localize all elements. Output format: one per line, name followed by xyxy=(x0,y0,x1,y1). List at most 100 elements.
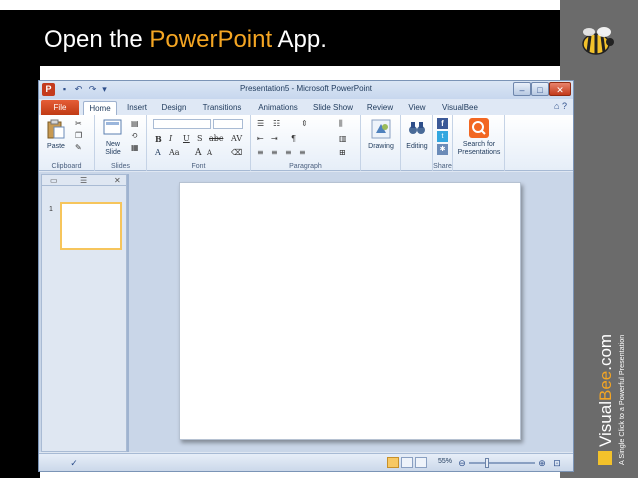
drawing-button[interactable]: Drawing xyxy=(361,143,401,151)
grow-font-button[interactable]: A xyxy=(195,148,202,158)
search-line2: Presentations xyxy=(457,149,501,156)
tab-home[interactable]: Home xyxy=(83,101,117,115)
tab-transitions[interactable]: Transitions xyxy=(197,101,247,115)
tab-view[interactable]: View xyxy=(403,101,431,115)
slide-title: Open the PowerPoint App. xyxy=(44,26,327,54)
section-icon[interactable]: ▦ xyxy=(131,143,139,152)
tab-review[interactable]: Review xyxy=(363,101,397,115)
group-font: B I U S abc AV A Aa A A ⌫ Font xyxy=(147,115,251,171)
pane-splitter[interactable] xyxy=(127,174,129,452)
paste-icon[interactable] xyxy=(47,119,65,139)
italic-button[interactable]: I xyxy=(169,134,172,143)
slide-thumbnail[interactable] xyxy=(60,202,122,250)
group-slides: New Slide ▤ ⟲ ▦ Slides xyxy=(95,115,147,171)
zoom-slider[interactable] xyxy=(469,462,535,464)
increase-indent-icon[interactable]: ⇥ xyxy=(271,134,278,143)
char-spacing-button[interactable]: AV xyxy=(231,134,242,143)
zoom-slider-thumb[interactable] xyxy=(485,458,489,468)
new-slide-icon[interactable] xyxy=(103,119,123,137)
bee-logo-icon xyxy=(582,27,614,55)
tab-slide-show[interactable]: Slide Show xyxy=(309,101,357,115)
share-network-icon[interactable]: ✱ xyxy=(437,144,448,155)
status-bar: ✓ 55% ⊖ ⊕ ⊡ xyxy=(39,453,573,471)
outline-tab-icon[interactable]: ☰ xyxy=(80,176,87,185)
slide-canvas[interactable] xyxy=(179,182,521,440)
slides-tab-icon[interactable]: ▭ xyxy=(50,176,58,185)
editing-button[interactable]: Editing xyxy=(401,143,433,151)
tab-animations[interactable]: Animations xyxy=(253,101,303,115)
shadow-button[interactable]: S xyxy=(197,134,202,143)
tab-insert[interactable]: Insert xyxy=(121,101,153,115)
title-highlight: PowerPoint xyxy=(149,26,273,53)
font-size-select[interactable] xyxy=(213,119,243,129)
spell-check-icon[interactable]: ✓ xyxy=(67,457,81,469)
smartart-icon[interactable]: ⊞ xyxy=(339,148,346,157)
align-center-icon[interactable]: ≡ xyxy=(271,148,278,157)
decrease-indent-icon[interactable]: ⇤ xyxy=(257,134,264,143)
thumbnail-pane: 1 xyxy=(41,186,127,452)
tab-file[interactable]: File xyxy=(41,100,79,115)
search-presentations-button[interactable]: Search for Presentations xyxy=(453,141,505,157)
fit-to-window-icon[interactable]: ⊡ xyxy=(551,457,563,469)
underline-button[interactable]: U xyxy=(183,134,190,143)
format-painter-icon[interactable]: ✎ xyxy=(75,143,82,152)
numbering-icon[interactable]: ☷ xyxy=(273,119,280,128)
font-color-button[interactable]: A xyxy=(155,148,161,157)
copy-icon[interactable]: ❐ xyxy=(75,131,82,140)
text-direction-icon[interactable]: ⫼ xyxy=(339,119,343,129)
rtl-icon[interactable]: ¶ xyxy=(291,134,296,143)
group-label-font: Font xyxy=(191,163,206,170)
ribbon-minimize-help-icons[interactable]: ⌂ ? xyxy=(554,101,567,111)
bullets-icon[interactable]: ☰ xyxy=(257,119,264,128)
group-share: f t ✱ Share xyxy=(433,115,453,171)
group-label-share: Share xyxy=(433,163,452,170)
layout-icon[interactable]: ▤ xyxy=(131,119,139,128)
align-left-icon[interactable]: ≡ xyxy=(257,148,264,157)
group-label-paragraph: Paragraph xyxy=(289,163,322,170)
group-editing: Editing xyxy=(401,115,433,171)
clear-formatting-icon[interactable]: ⌫ xyxy=(231,148,242,157)
reset-icon[interactable]: ⟲ xyxy=(131,131,138,140)
title-prefix: Open the xyxy=(44,26,150,53)
title-suffix: App. xyxy=(272,26,327,53)
tab-design[interactable]: Design xyxy=(157,101,191,115)
twitter-icon[interactable]: t xyxy=(437,131,448,142)
svg-text:VisualBee.com: VisualBee.com xyxy=(596,334,615,447)
change-case-button[interactable]: Aa xyxy=(169,148,180,157)
group-clipboard: Paste ✂ ❐ ✎ Clipboard xyxy=(39,115,95,171)
new-slide-button[interactable]: New Slide xyxy=(97,141,129,157)
justify-icon[interactable]: ≡ xyxy=(299,148,306,157)
group-label-slides: Slides xyxy=(110,163,131,170)
tab-visualbee[interactable]: VisualBee xyxy=(437,101,483,115)
minimize-icon[interactable]: – xyxy=(513,82,531,96)
normal-view-icon[interactable] xyxy=(387,457,399,468)
paste-button[interactable]: Paste xyxy=(43,143,69,151)
ribbon: Paste ✂ ❐ ✎ Clipboard New Slide ▤ ⟲ ▦ Sli… xyxy=(39,115,573,171)
zoom-level[interactable]: 55% xyxy=(438,458,452,465)
align-text-icon[interactable]: ▥ xyxy=(339,134,347,143)
cut-icon[interactable]: ✂ xyxy=(75,119,82,128)
shrink-font-button[interactable]: A xyxy=(207,149,212,157)
drawing-icon[interactable] xyxy=(371,119,391,139)
reading-view-icon[interactable] xyxy=(415,457,427,468)
new-slide-line2: Slide xyxy=(105,149,121,156)
line-spacing-icon[interactable]: ⇕ xyxy=(301,119,308,128)
close-icon[interactable]: ✕ xyxy=(549,82,571,96)
bold-button[interactable]: B xyxy=(155,134,162,144)
zoom-in-icon[interactable]: ⊕ xyxy=(537,457,547,469)
title-bar: P ▪ ↶ ↷ ▾ Presentation5 - Microsoft Powe… xyxy=(39,81,573,99)
search-icon[interactable] xyxy=(469,118,489,138)
left-black-strip xyxy=(0,66,40,478)
align-right-icon[interactable]: ≡ xyxy=(285,148,292,157)
maximize-icon[interactable]: □ xyxy=(531,82,549,96)
close-pane-icon[interactable]: ✕ xyxy=(114,176,121,185)
strikethrough-button[interactable]: abc xyxy=(209,134,223,143)
binoculars-icon[interactable] xyxy=(407,119,427,137)
search-line1: Search for xyxy=(462,141,496,148)
facebook-icon[interactable]: f xyxy=(437,118,448,129)
zoom-out-icon[interactable]: ⊖ xyxy=(457,457,467,469)
thumbnail-number: 1 xyxy=(49,206,53,213)
slideshow-view-icon[interactable] xyxy=(429,457,437,468)
slide-sorter-icon[interactable] xyxy=(401,457,413,468)
font-family-select[interactable] xyxy=(153,119,211,129)
